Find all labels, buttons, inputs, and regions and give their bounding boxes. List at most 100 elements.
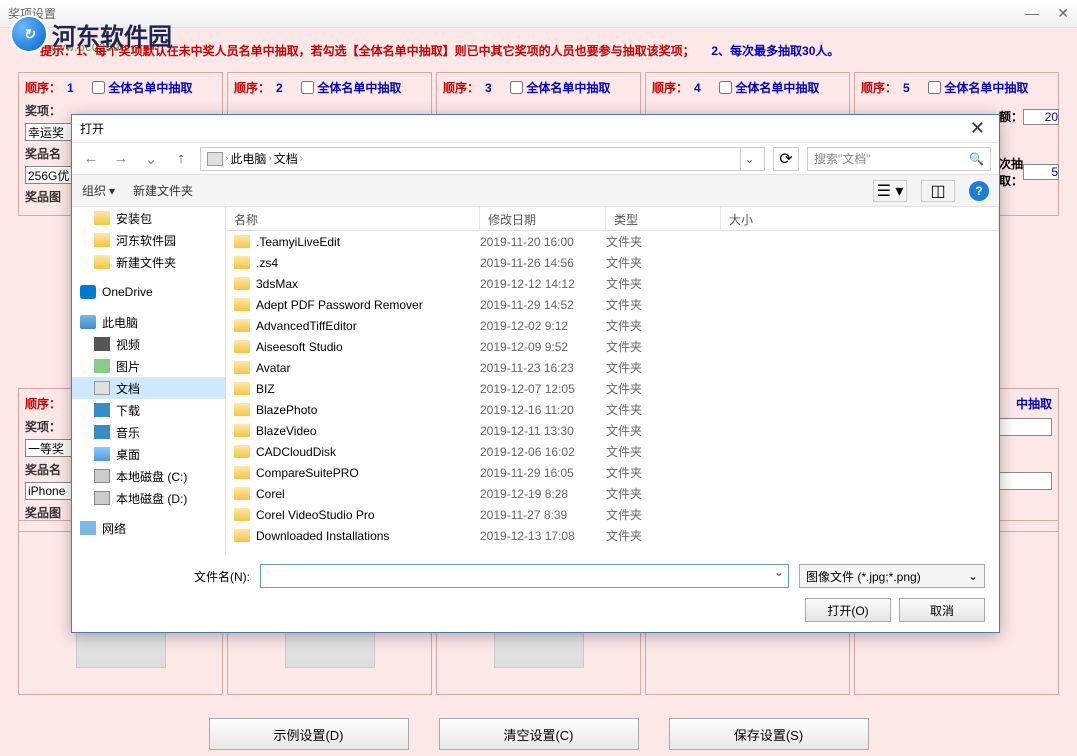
- help-icon[interactable]: ?: [969, 181, 989, 201]
- breadcrumb[interactable]: › 此电脑 › 文档 › ⌄: [200, 147, 765, 171]
- list-item[interactable]: BIZ2019-12-07 12:05文件夹: [226, 378, 999, 399]
- open-button[interactable]: 打开(O): [805, 598, 891, 622]
- back-icon[interactable]: ←: [80, 148, 102, 170]
- up-icon[interactable]: ↑: [170, 148, 192, 170]
- hint-bar: 提示：1、每个奖项默认在未中奖人员名单中抽取，若勾选【全体名单中抽取】则已中其它…: [30, 38, 1067, 63]
- file-type: 文件夹: [606, 422, 721, 439]
- column-name[interactable]: 名称: [226, 207, 480, 230]
- list-item[interactable]: Adept PDF Password Remover2019-11-29 14:…: [226, 294, 999, 315]
- close-app-icon[interactable]: ✕: [1057, 5, 1069, 22]
- list-item[interactable]: Corel VideoStudio Pro2019-11-27 8:39文件夹: [226, 504, 999, 525]
- file-date: 2019-11-20 16:00: [480, 235, 606, 249]
- list-item[interactable]: Avatar2019-11-23 16:23文件夹: [226, 357, 999, 378]
- file-name: Avatar: [256, 361, 290, 375]
- close-icon[interactable]: ✕: [964, 118, 991, 139]
- search-input[interactable]: 搜索"文档" 🔍: [807, 147, 991, 171]
- checkbox-label-partial: 中抽取: [1016, 395, 1052, 412]
- filename-label: 文件名(N):: [86, 568, 250, 585]
- cancel-button[interactable]: 取消: [899, 598, 985, 622]
- down-icon: [94, 403, 110, 417]
- award-label: 奖项：: [25, 102, 61, 119]
- filename-input[interactable]: [260, 564, 789, 588]
- tree-item-label: 此电脑: [102, 314, 138, 331]
- folder-icon: [94, 211, 110, 225]
- all-list-checkbox-4[interactable]: [719, 81, 732, 94]
- view-mode-button[interactable]: ☰ ▾: [873, 180, 907, 202]
- tree-item-网络[interactable]: 网络: [72, 517, 225, 539]
- tree-item-本地磁盘 (D:)[interactable]: 本地磁盘 (D:): [72, 487, 225, 509]
- list-item[interactable]: Corel2019-12-19 8:28文件夹: [226, 483, 999, 504]
- list-item[interactable]: AdvancedTiffEditor2019-12-02 9:12文件夹: [226, 315, 999, 336]
- file-list[interactable]: 名称 修改日期 类型 大小 .TeamyiLiveEdit2019-11-20 …: [226, 207, 999, 554]
- tree-item-本地磁盘 (C:)[interactable]: 本地磁盘 (C:): [72, 465, 225, 487]
- all-list-checkbox-1[interactable]: [92, 81, 105, 94]
- folder-icon: [94, 255, 110, 269]
- tree-item-此电脑[interactable]: 此电脑: [72, 311, 225, 333]
- breadcrumb-dropdown-icon[interactable]: ⌄: [740, 148, 758, 170]
- file-type: 文件夹: [606, 254, 721, 271]
- amount-input[interactable]: [1023, 109, 1059, 125]
- file-name: CompareSuitePRO: [256, 466, 359, 480]
- all-list-checkbox-5[interactable]: [928, 81, 941, 94]
- folder-icon: [234, 529, 250, 542]
- file-date: 2019-12-11 13:30: [480, 424, 606, 438]
- file-name: CADCloudDisk: [256, 445, 336, 459]
- watermark-text: 河东软件园: [52, 17, 172, 52]
- tree-item-桌面[interactable]: 桌面: [72, 443, 225, 465]
- list-item[interactable]: BlazeVideo2019-12-11 13:30文件夹: [226, 420, 999, 441]
- tree-item-图片[interactable]: 图片: [72, 355, 225, 377]
- preview-pane-button[interactable]: ◫: [921, 180, 955, 202]
- file-filter-combo[interactable]: 图像文件 (*.jpg;*.png) ⌄: [799, 564, 985, 588]
- list-item[interactable]: Aiseesoft Studio2019-12-09 9:52文件夹: [226, 336, 999, 357]
- all-list-checkbox-3[interactable]: [510, 81, 523, 94]
- organize-button[interactable]: 组织 ▾: [82, 182, 115, 199]
- file-date: 2019-11-26 14:56: [480, 256, 606, 270]
- doc-icon: [207, 152, 223, 166]
- file-type: 文件夹: [606, 359, 721, 376]
- checkbox-label: 全体名单中抽取: [735, 79, 819, 96]
- tree-item-label: 音乐: [116, 424, 140, 441]
- minimize-icon[interactable]: —: [1025, 5, 1039, 22]
- checkbox-label: 全体名单中抽取: [108, 79, 192, 96]
- tree-item-视频[interactable]: 视频: [72, 333, 225, 355]
- list-item[interactable]: 3dsMax2019-12-12 14:12文件夹: [226, 273, 999, 294]
- tree-item-音乐[interactable]: 音乐: [72, 421, 225, 443]
- breadcrumb-pc[interactable]: 此电脑: [230, 150, 266, 167]
- all-list-checkbox-2[interactable]: [301, 81, 314, 94]
- seq-label: 顺序：: [443, 79, 479, 96]
- list-item[interactable]: .TeamyiLiveEdit2019-11-20 16:00文件夹: [226, 231, 999, 252]
- column-type[interactable]: 类型: [606, 207, 721, 230]
- list-item[interactable]: CompareSuitePRO2019-11-29 16:05文件夹: [226, 462, 999, 483]
- forward-icon[interactable]: →: [110, 148, 132, 170]
- clear-settings-button[interactable]: 清空设置(C): [439, 718, 639, 750]
- list-item[interactable]: CADCloudDisk2019-12-06 16:02文件夹: [226, 441, 999, 462]
- list-item[interactable]: .zs42019-11-26 14:56文件夹: [226, 252, 999, 273]
- tree-item-新建文件夹[interactable]: 新建文件夹: [72, 251, 225, 273]
- column-date[interactable]: 修改日期: [480, 207, 606, 230]
- tree-item-河东软件园[interactable]: 河东软件园: [72, 229, 225, 251]
- breadcrumb-folder[interactable]: 文档: [274, 150, 298, 167]
- recent-icon[interactable]: ⌄: [140, 148, 162, 170]
- award-label: 奖项：: [25, 418, 61, 435]
- column-size[interactable]: 大小: [721, 207, 999, 230]
- tree-item-下载[interactable]: 下载: [72, 399, 225, 421]
- folder-icon: [234, 319, 250, 332]
- save-settings-button[interactable]: 保存设置(S): [669, 718, 869, 750]
- prize-name-label: 奖品名: [25, 461, 61, 478]
- list-item[interactable]: BlazePhoto2019-12-16 11:20文件夹: [226, 399, 999, 420]
- disk-icon: [94, 469, 110, 483]
- file-name: BlazePhoto: [256, 403, 317, 417]
- seq-label: 顺序：: [652, 79, 688, 96]
- new-folder-button[interactable]: 新建文件夹: [133, 182, 193, 199]
- net-icon: [80, 521, 96, 535]
- folder-tree[interactable]: 安装包河东软件园新建文件夹OneDrive此电脑视频图片文档下载音乐桌面本地磁盘…: [72, 207, 226, 554]
- onedrive-icon: [80, 285, 96, 299]
- list-item[interactable]: Downloaded Installations2019-12-13 17:08…: [226, 525, 999, 546]
- per-draw-input[interactable]: [1023, 164, 1059, 180]
- example-settings-button[interactable]: 示例设置(D): [209, 718, 409, 750]
- bottom-buttons: 示例设置(D) 清空设置(C) 保存设置(S): [0, 718, 1077, 750]
- tree-item-安装包[interactable]: 安装包: [72, 207, 225, 229]
- refresh-icon[interactable]: ⟳: [773, 147, 799, 171]
- tree-item-文档[interactable]: 文档: [72, 377, 225, 399]
- tree-item-OneDrive[interactable]: OneDrive: [72, 281, 225, 303]
